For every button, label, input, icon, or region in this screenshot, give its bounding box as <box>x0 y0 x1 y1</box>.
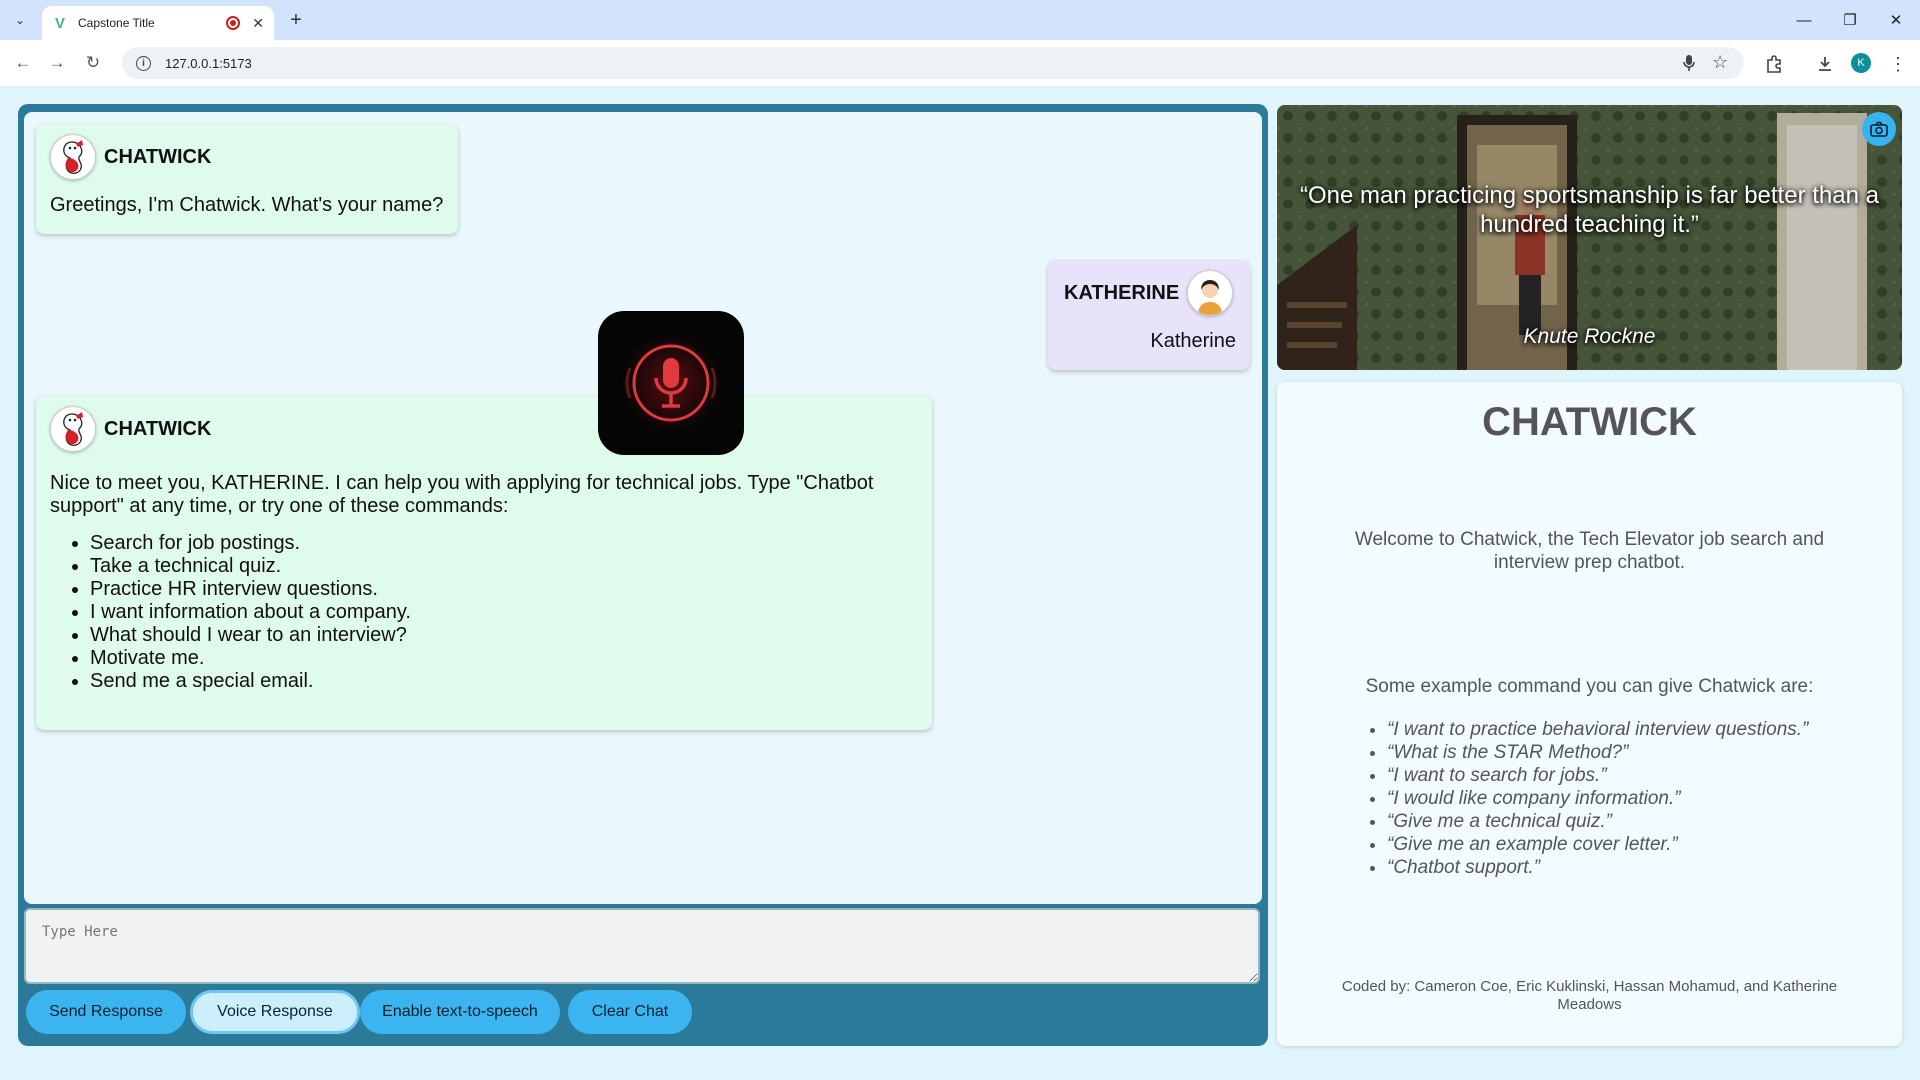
back-arrow-icon[interactable]: ← <box>10 50 36 76</box>
command-item: I want information about a company. <box>90 601 411 624</box>
restore-icon[interactable]: ❐ <box>1836 8 1864 32</box>
example-command: “Give me a technical quiz.” <box>1387 810 1808 833</box>
chatwick-mascot-icon <box>50 134 96 180</box>
welcome-text: Welcome to Chatwick, the Tech Elevator j… <box>1354 529 1825 573</box>
minimize-icon[interactable]: — <box>1790 8 1818 32</box>
user-message: KATHERINE Katherine <box>1048 260 1250 370</box>
info-card: CHATWICK Welcome to Chatwick, the Tech E… <box>1277 382 1902 1046</box>
browser-toolbar: ← → ↻ i 127.0.0.1:5173 ☆ K ⋮ <box>0 40 1920 86</box>
message-text: Katherine <box>1150 330 1236 352</box>
command-item: What should I wear to an interview? <box>90 624 411 647</box>
quote-text: “One man practicing sportsmanship is far… <box>1300 182 1879 238</box>
chat-messages-area[interactable]: CHATWICK Greetings, I'm Chatwick. What's… <box>24 112 1262 904</box>
example-command: “Chatbot support.” <box>1387 856 1808 879</box>
example-command: “Give me an example cover letter.” <box>1387 833 1808 856</box>
chat-input[interactable] <box>24 908 1260 984</box>
download-icon[interactable] <box>1813 52 1837 76</box>
camera-icon[interactable] <box>1862 112 1896 146</box>
window-close-icon[interactable]: ✕ <box>1882 8 1910 32</box>
example-commands-list: “I want to practice behavioral interview… <box>1387 718 1808 879</box>
tab-title: Capstone Title <box>78 16 155 30</box>
user-avatar <box>1187 270 1234 316</box>
send-response-button[interactable]: Send Response <box>26 990 186 1034</box>
microphone-icon[interactable] <box>1682 54 1696 76</box>
voice-recording-mic-icon[interactable] <box>598 311 744 455</box>
chatwick-mascot-icon <box>50 406 96 452</box>
quote-author: Knute Rockne <box>1523 325 1656 348</box>
command-item: Search for job postings. <box>90 532 411 555</box>
sender-name: KATHERINE <box>1064 281 1180 304</box>
command-item: Send me a special email. <box>90 670 411 693</box>
example-command: “I want to practice behavioral interview… <box>1387 718 1808 741</box>
menu-kebab-icon[interactable]: ⋮ <box>1886 52 1910 76</box>
voice-response-button[interactable]: Voice Response <box>190 990 360 1034</box>
command-item: Motivate me. <box>90 647 411 670</box>
browser-tab[interactable]: V Capstone Title ✕ <box>42 6 274 40</box>
credits-text: Coded by: Cameron Coe, Eric Kuklinski, H… <box>1341 978 1838 1013</box>
examples-heading: Some example command you can give Chatwi… <box>1365 676 1814 697</box>
message-text: Nice to meet you, KATHERINE. I can help … <box>50 472 874 517</box>
sender-name: CHATWICK <box>104 145 212 168</box>
example-command: “I would like company information.” <box>1387 787 1808 810</box>
command-item: Practice HR interview questions. <box>90 578 411 601</box>
bookmark-star-icon[interactable]: ☆ <box>1712 52 1728 73</box>
vue-favicon-icon: V <box>54 14 65 32</box>
command-list: Search for job postings. Take a technica… <box>50 532 411 693</box>
extensions-puzzle-icon[interactable] <box>1762 52 1786 76</box>
bot-message: CHATWICK Greetings, I'm Chatwick. What's… <box>36 124 458 234</box>
tab-search-chevron-icon[interactable]: ⌄ <box>8 8 32 32</box>
message-text: Greetings, I'm Chatwick. What's your nam… <box>50 194 444 216</box>
browser-tab-bar: ⌄ V Capstone Title ✕ + — ❐ ✕ <box>0 0 1920 40</box>
quote-card: “One man practicing sportsmanship is far… <box>1277 105 1902 370</box>
example-command: “What is the STAR Method?” <box>1387 741 1808 764</box>
tab-close-icon[interactable]: ✕ <box>252 15 264 32</box>
forward-arrow-icon[interactable]: → <box>44 50 70 76</box>
site-info-icon[interactable]: i <box>136 55 151 71</box>
reload-icon[interactable]: ↻ <box>80 50 106 76</box>
recording-indicator-icon <box>226 16 241 30</box>
info-title: CHATWICK <box>1482 400 1697 444</box>
sender-name: CHATWICK <box>104 417 212 440</box>
new-tab-plus-icon[interactable]: + <box>284 8 308 32</box>
address-bar[interactable]: i 127.0.0.1:5173 ☆ <box>122 47 1744 79</box>
profile-avatar[interactable]: K <box>1851 53 1871 73</box>
bot-message: CHATWICK Nice to meet you, KATHERINE. I … <box>36 396 932 730</box>
enable-tts-button[interactable]: Enable text-to-speech <box>360 990 560 1034</box>
command-item: Take a technical quiz. <box>90 555 411 578</box>
clear-chat-button[interactable]: Clear Chat <box>568 990 692 1034</box>
url-text: 127.0.0.1:5173 <box>165 55 252 71</box>
chat-panel: CHATWICK Greetings, I'm Chatwick. What's… <box>18 104 1268 1046</box>
example-command: “I want to search for jobs.” <box>1387 764 1808 787</box>
